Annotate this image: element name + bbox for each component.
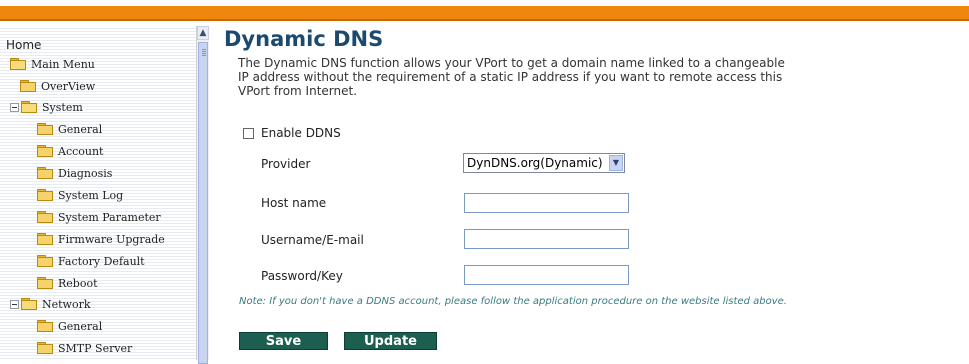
- tree-item-label: Factory Default: [58, 254, 145, 268]
- tree-item-label: Main Menu: [31, 57, 95, 71]
- username-label: Username/E-mail: [261, 233, 364, 247]
- scroll-thumb[interactable]: [198, 42, 208, 364]
- enable-ddns-checkbox[interactable]: [243, 127, 254, 139]
- tree-item-system-log[interactable]: System Log: [37, 184, 123, 206]
- folder-open-icon: [21, 298, 37, 310]
- tree-item-system[interactable]: System: [10, 96, 83, 118]
- folder-icon: [20, 80, 36, 92]
- folder-icon: [37, 145, 53, 157]
- folder-icon: [37, 342, 53, 354]
- save-button[interactable]: Save: [239, 332, 328, 350]
- tree-item-label: System: [42, 100, 83, 114]
- tree-item-label: SMTP Server: [58, 341, 133, 355]
- collapse-icon[interactable]: [10, 102, 19, 112]
- sidebar-scrollbar[interactable]: ▲: [196, 26, 209, 364]
- folder-icon: [37, 233, 53, 245]
- scroll-up-arrow-icon[interactable]: ▲: [197, 26, 209, 40]
- chevron-down-icon[interactable]: ▼: [609, 155, 623, 171]
- tree-item-label: Diagnosis: [58, 166, 113, 180]
- tree-item-system-parameter[interactable]: System Parameter: [37, 206, 161, 228]
- provider-select-value: DynDNS.org(Dynamic): [467, 156, 603, 170]
- tree-item-overview[interactable]: OverView: [20, 75, 95, 97]
- folder-icon: [37, 189, 53, 201]
- tree-item-diagnosis[interactable]: Diagnosis: [37, 162, 112, 184]
- tree-item-label: OverView: [41, 79, 96, 93]
- password-input[interactable]: [464, 265, 629, 285]
- tree-item-label: Reboot: [58, 276, 98, 290]
- navigation-tree: Home Main Menu OverView System General A…: [0, 26, 197, 360]
- folder-icon: [37, 167, 53, 179]
- page-description: The Dynamic DNS function allows your VPo…: [238, 56, 785, 98]
- top-banner-line: [0, 19, 969, 21]
- username-input[interactable]: [464, 229, 629, 249]
- folder-icon: [37, 277, 53, 289]
- folder-icon: [37, 211, 53, 223]
- tree-item-label: Account: [58, 144, 104, 158]
- tree-home-link[interactable]: Home: [6, 38, 41, 52]
- hostname-input[interactable]: [464, 193, 629, 213]
- folder-icon: [37, 255, 53, 267]
- top-banner-bar: [0, 6, 969, 19]
- tree-item-label: System Parameter: [58, 210, 161, 224]
- tree-item-network-general[interactable]: General: [37, 315, 102, 337]
- tree-item-firmware-upgrade[interactable]: Firmware Upgrade: [37, 228, 165, 250]
- tree-item-network[interactable]: Network: [10, 293, 91, 315]
- tree-item-smtp-server[interactable]: SMTP Server: [37, 337, 132, 359]
- folder-open-icon: [10, 58, 26, 70]
- password-label: Password/Key: [261, 269, 343, 283]
- folder-icon: [37, 123, 53, 135]
- ddns-note: Note: If you don't have a DDNS account, …: [239, 296, 787, 307]
- tree-item-label: Firmware Upgrade: [58, 232, 165, 246]
- provider-label: Provider: [261, 157, 311, 171]
- tree-item-reboot[interactable]: Reboot: [37, 272, 98, 294]
- tree-item-main-menu[interactable]: Main Menu: [10, 53, 95, 75]
- tree-item-label: System Log: [58, 188, 124, 202]
- tree-item-label: General: [58, 122, 103, 136]
- top-banner: [0, 0, 969, 24]
- provider-select[interactable]: DynDNS.org(Dynamic) ▼: [463, 153, 625, 173]
- folder-icon: [37, 320, 53, 332]
- update-button[interactable]: Update: [344, 332, 437, 350]
- tree-item-account[interactable]: Account: [37, 140, 103, 162]
- collapse-icon[interactable]: [10, 299, 19, 309]
- tree-item-system-general[interactable]: General: [37, 118, 102, 140]
- folder-open-icon: [21, 101, 37, 113]
- page-title: Dynamic DNS: [224, 27, 384, 51]
- enable-ddns-label: Enable DDNS: [261, 126, 341, 140]
- tree-item-label: Network: [42, 297, 91, 311]
- hostname-label: Host name: [261, 196, 327, 210]
- enable-ddns-row: Enable DDNS: [243, 126, 341, 140]
- tree-item-factory-default[interactable]: Factory Default: [37, 250, 145, 272]
- tree-item-label: General: [58, 319, 103, 333]
